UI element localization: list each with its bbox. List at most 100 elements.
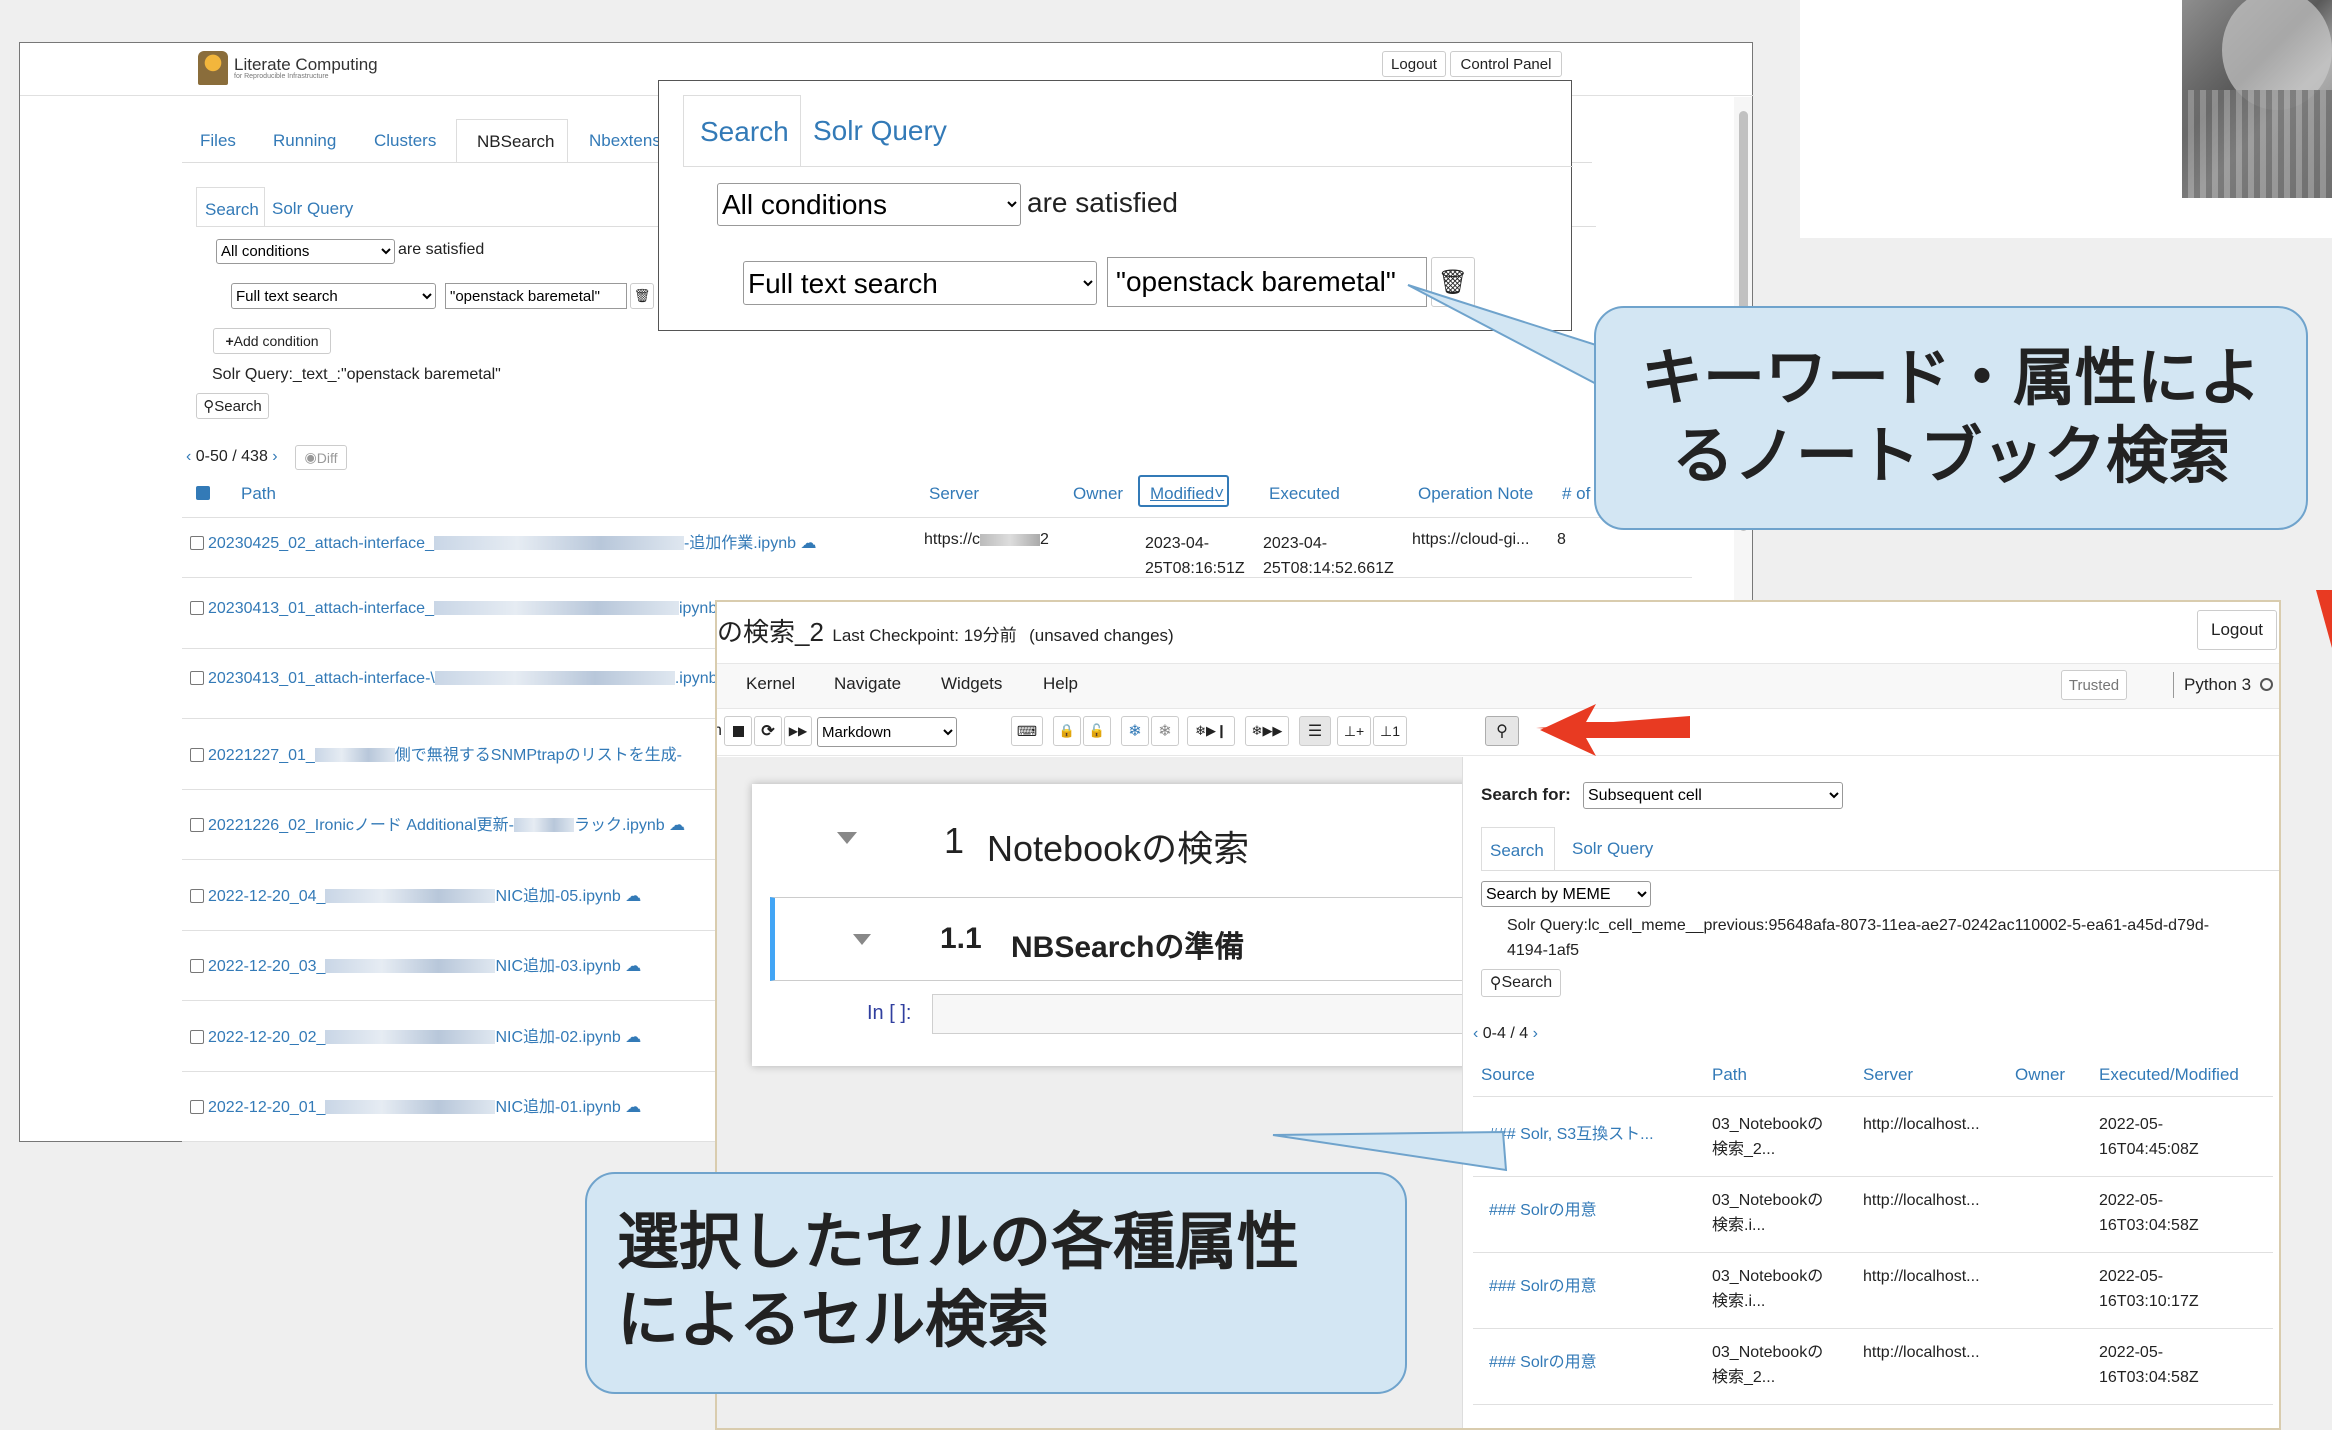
restart-button[interactable]: ⟳ <box>754 716 782 746</box>
column-server[interactable]: Server <box>929 484 979 504</box>
file-path-prefix[interactable]: 2022-12-20_01_ <box>208 1099 325 1116</box>
add-condition-button[interactable]: + Add condition <box>213 328 331 354</box>
collapse-icon[interactable] <box>837 832 857 844</box>
logout-button[interactable]: Logout <box>1382 51 1446 77</box>
tab-nbsearch[interactable]: NBSearch <box>456 119 568 163</box>
file-path-suffix[interactable]: 側で無視するSNMPtrapのリストを生成- <box>395 747 682 764</box>
unfreeze-button[interactable]: ❄ <box>1151 716 1179 746</box>
row-checkbox[interactable] <box>190 1100 204 1114</box>
row-checkbox[interactable] <box>190 888 204 903</box>
command-palette-button[interactable]: ⌨ <box>1011 716 1043 746</box>
column-server[interactable]: Server <box>1863 1065 1913 1085</box>
tab-running[interactable]: Running <box>273 131 336 151</box>
file-path-prefix[interactable]: 2022-12-20_03_ <box>208 958 325 975</box>
row-checkbox[interactable] <box>190 536 204 550</box>
interrupt-button[interactable] <box>724 716 752 746</box>
search-tab[interactable]: Search <box>196 187 265 227</box>
delete-condition-button[interactable]: 🗑 <box>630 283 654 309</box>
nbsearch-toolbar-button[interactable]: ⚲ <box>1485 716 1519 746</box>
row-checkbox[interactable] <box>190 671 204 685</box>
trusted-indicator[interactable]: Trusted <box>2061 670 2127 700</box>
collapse-icon[interactable] <box>853 934 871 945</box>
file-path-suffix[interactable]: NIC追加-03.ipynb <box>495 958 620 975</box>
file-path-prefix[interactable]: 20230413_01_attach-interface_ <box>208 600 434 617</box>
field-select[interactable]: Full text search <box>231 283 436 309</box>
next-page-link[interactable]: › <box>1533 1025 1538 1042</box>
zoom-condition-select[interactable]: All conditions <box>717 183 1021 226</box>
file-path-suffix[interactable]: NIC追加-02.ipynb <box>495 1029 620 1046</box>
restart-run-all-button[interactable]: ▶▶ <box>784 716 812 746</box>
row-checkbox[interactable] <box>190 600 204 615</box>
menu-navigate[interactable]: Navigate <box>834 674 901 694</box>
menu-widgets[interactable]: Widgets <box>941 674 1002 694</box>
diff-button[interactable]: ◉ Diff <box>295 445 347 470</box>
column-source[interactable]: Source <box>1481 1065 1535 1085</box>
file-path-prefix[interactable]: 20230425_02_attach-interface_ <box>208 535 434 552</box>
column-operation-note[interactable]: Operation Note <box>1418 484 1533 504</box>
freeze-button[interactable]: ❄ <box>1121 716 1149 746</box>
control-panel-button[interactable]: Control Panel <box>1450 51 1562 77</box>
run-to-frozen-button[interactable]: ❄▶❙ <box>1187 716 1235 746</box>
file-path-suffix[interactable]: -追加作業.ipynb <box>684 535 796 552</box>
file-path-suffix[interactable]: NIC追加-05.ipynb <box>495 888 620 905</box>
lock-button[interactable]: 🔒 <box>1053 716 1081 746</box>
file-path-prefix[interactable]: 20221226_02_Ironicノード Additional更新- <box>208 817 514 834</box>
file-path-prefix[interactable]: 20230413_01_attach-interface-\ <box>208 670 435 687</box>
zoom-search-tab[interactable]: Search <box>683 95 801 167</box>
menu-help[interactable]: Help <box>1043 674 1078 694</box>
file-path-prefix[interactable]: 2022-12-20_04_ <box>208 888 325 905</box>
tab-clusters[interactable]: Clusters <box>374 131 436 151</box>
unlock-button[interactable]: 🔓 <box>1083 716 1111 746</box>
zoom-solr-query-tab[interactable]: Solr Query <box>813 115 947 147</box>
column-path[interactable]: Path <box>1712 1065 1747 1085</box>
column-owner[interactable]: Owner <box>1073 484 1123 504</box>
pin-one-button[interactable]: ⊥1 <box>1373 716 1407 746</box>
column-count[interactable]: # of <box>1562 484 1590 504</box>
zoom-delete-button[interactable]: 🗑 <box>1431 257 1475 307</box>
zoom-field-select[interactable]: Full text search <box>743 261 1097 305</box>
pin-add-button[interactable]: ⊥+ <box>1337 716 1371 746</box>
cell-type-select[interactable]: Markdown <box>817 717 957 747</box>
row-checkbox[interactable] <box>190 1029 204 1044</box>
result-source[interactable]: ### Solrの用意 <box>1489 1350 1597 1375</box>
panel-search-tab[interactable]: Search <box>1481 827 1555 870</box>
search-icon: ⚲ <box>203 398 215 415</box>
panel-solr-query-tab[interactable]: Solr Query <box>1572 839 1653 859</box>
row-checkbox[interactable] <box>190 818 204 832</box>
search-button[interactable]: ⚲ Search <box>196 393 269 419</box>
row-checkbox[interactable] <box>190 747 204 762</box>
column-executed[interactable]: Executed <box>1269 484 1340 504</box>
zoom-field-value-input[interactable] <box>1107 257 1427 307</box>
column-modified[interactable]: Modified˅ <box>1138 475 1229 507</box>
file-path-suffix[interactable]: NIC追加-01.ipynb <box>495 1099 620 1116</box>
run-all-frozen-button[interactable]: ❄▶▶ <box>1245 716 1289 746</box>
file-path-suffix[interactable]: .ipynb <box>675 670 718 687</box>
column-executed-modified[interactable]: Executed/Modified <box>2099 1065 2239 1085</box>
column-path[interactable]: Path <box>241 484 276 504</box>
file-row[interactable]: 20230425_02_attach-interface_ -追加作業.ipynb… <box>190 529 1710 559</box>
toc-button[interactable]: ☰ <box>1299 716 1331 746</box>
file-path-suffix[interactable]: ラック.ipynb <box>574 817 665 834</box>
prev-page-link[interactable]: ‹ <box>1473 1025 1478 1042</box>
tab-nbextensions[interactable]: Nbextensi <box>589 131 665 151</box>
result-source[interactable]: ### Solrの用意 <box>1489 1274 1597 1299</box>
column-owner[interactable]: Owner <box>2015 1065 2065 1085</box>
tab-files[interactable]: Files <box>200 131 236 151</box>
field-value-input[interactable] <box>445 283 627 309</box>
prev-page-link[interactable]: ‹ <box>186 448 191 465</box>
solr-query-tab[interactable]: Solr Query <box>272 199 353 219</box>
notebook-logout-button[interactable]: Logout <box>2197 610 2277 650</box>
panel-search-button[interactable]: ⚲ Search <box>1481 969 1561 997</box>
menu-kernel[interactable]: Kernel <box>746 674 795 694</box>
result-source[interactable]: ### Solr, S3互換スト... <box>1489 1122 1654 1147</box>
file-path-prefix[interactable]: 2022-12-20_02_ <box>208 1029 325 1046</box>
meme-select[interactable]: Search by MEME <box>1481 881 1651 907</box>
select-all-checkbox[interactable] <box>196 486 210 500</box>
result-source[interactable]: ### Solrの用意 <box>1489 1198 1597 1223</box>
search-for-select[interactable]: Subsequent cell <box>1583 782 1843 809</box>
file-path-prefix[interactable]: 20221227_01_ <box>208 747 315 764</box>
row-checkbox[interactable] <box>190 959 204 973</box>
next-page-link[interactable]: › <box>272 448 277 465</box>
condition-select[interactable]: All conditions <box>216 239 395 264</box>
file-path-suffix[interactable]: ipynb <box>679 600 717 617</box>
